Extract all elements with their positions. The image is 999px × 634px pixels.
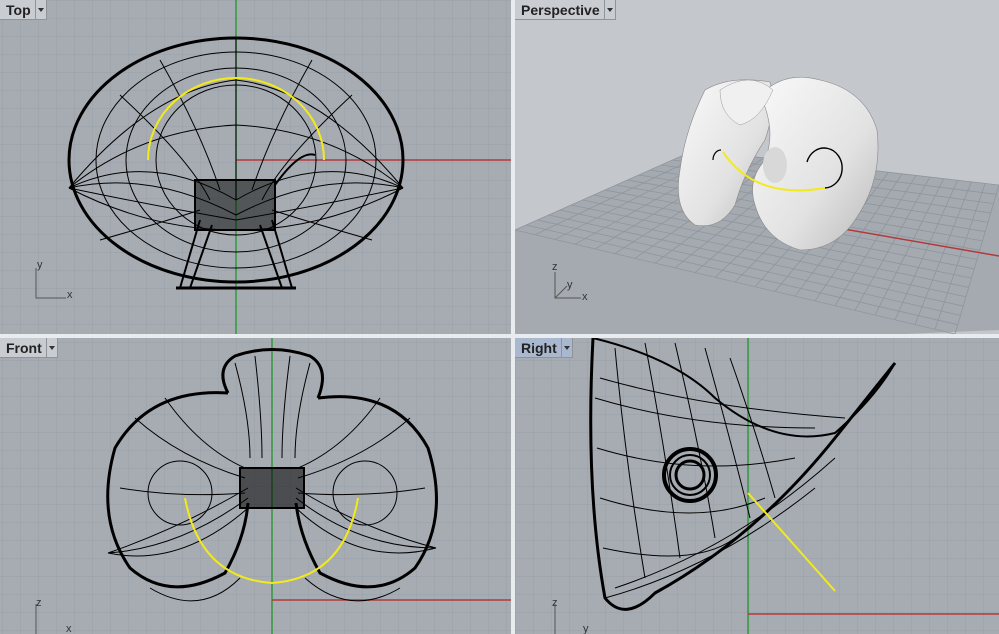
triad-y-label: y <box>37 259 43 271</box>
viewport-top[interactable]: y x Top <box>0 0 511 334</box>
front-viewport-canvas[interactable]: z x <box>0 338 511 634</box>
viewport-title[interactable]: Front <box>0 338 46 357</box>
triad-x-label: x <box>66 623 72 634</box>
viewport-tab-top[interactable]: Top <box>0 0 47 20</box>
triad-z-label: z <box>552 261 558 273</box>
grid <box>0 0 511 334</box>
viewport-splitter-horizontal[interactable] <box>0 334 999 338</box>
grid <box>515 338 999 634</box>
viewport-tab-right[interactable]: Right <box>515 338 573 358</box>
viewport-front[interactable]: z x Front <box>0 338 511 634</box>
triad-z-label: z <box>552 597 558 609</box>
viewport-perspective[interactable]: z y x Perspective <box>515 0 999 334</box>
dropdown-arrow-icon[interactable] <box>34 0 46 19</box>
viewport-title[interactable]: Right <box>515 338 561 357</box>
viewport-tab-front[interactable]: Front <box>0 338 58 358</box>
dropdown-arrow-icon[interactable] <box>603 0 615 19</box>
viewport-title[interactable]: Top <box>0 0 35 19</box>
triad-x-label: x <box>582 291 588 303</box>
viewport-tab-perspective[interactable]: Perspective <box>515 0 616 20</box>
viewport-right[interactable]: z y Right <box>515 338 999 634</box>
triad-y-label: y <box>567 279 573 291</box>
viewport-title[interactable]: Perspective <box>515 0 604 19</box>
viewport-layout: y x Top z y x Perspective z x Front z y … <box>0 0 999 634</box>
triad-y-label: y <box>583 623 589 634</box>
dropdown-arrow-icon[interactable] <box>45 338 57 357</box>
viewport-splitter-vertical[interactable] <box>511 0 515 634</box>
triad-x-label: x <box>67 289 73 301</box>
dropdown-arrow-icon[interactable] <box>560 338 572 357</box>
top-viewport-canvas[interactable]: y x <box>0 0 511 334</box>
triad-z-label: z <box>36 597 42 609</box>
perspective-viewport-canvas[interactable]: z y x <box>515 0 999 334</box>
surface-model <box>678 76 879 251</box>
right-viewport-canvas[interactable]: z y <box>515 338 999 634</box>
